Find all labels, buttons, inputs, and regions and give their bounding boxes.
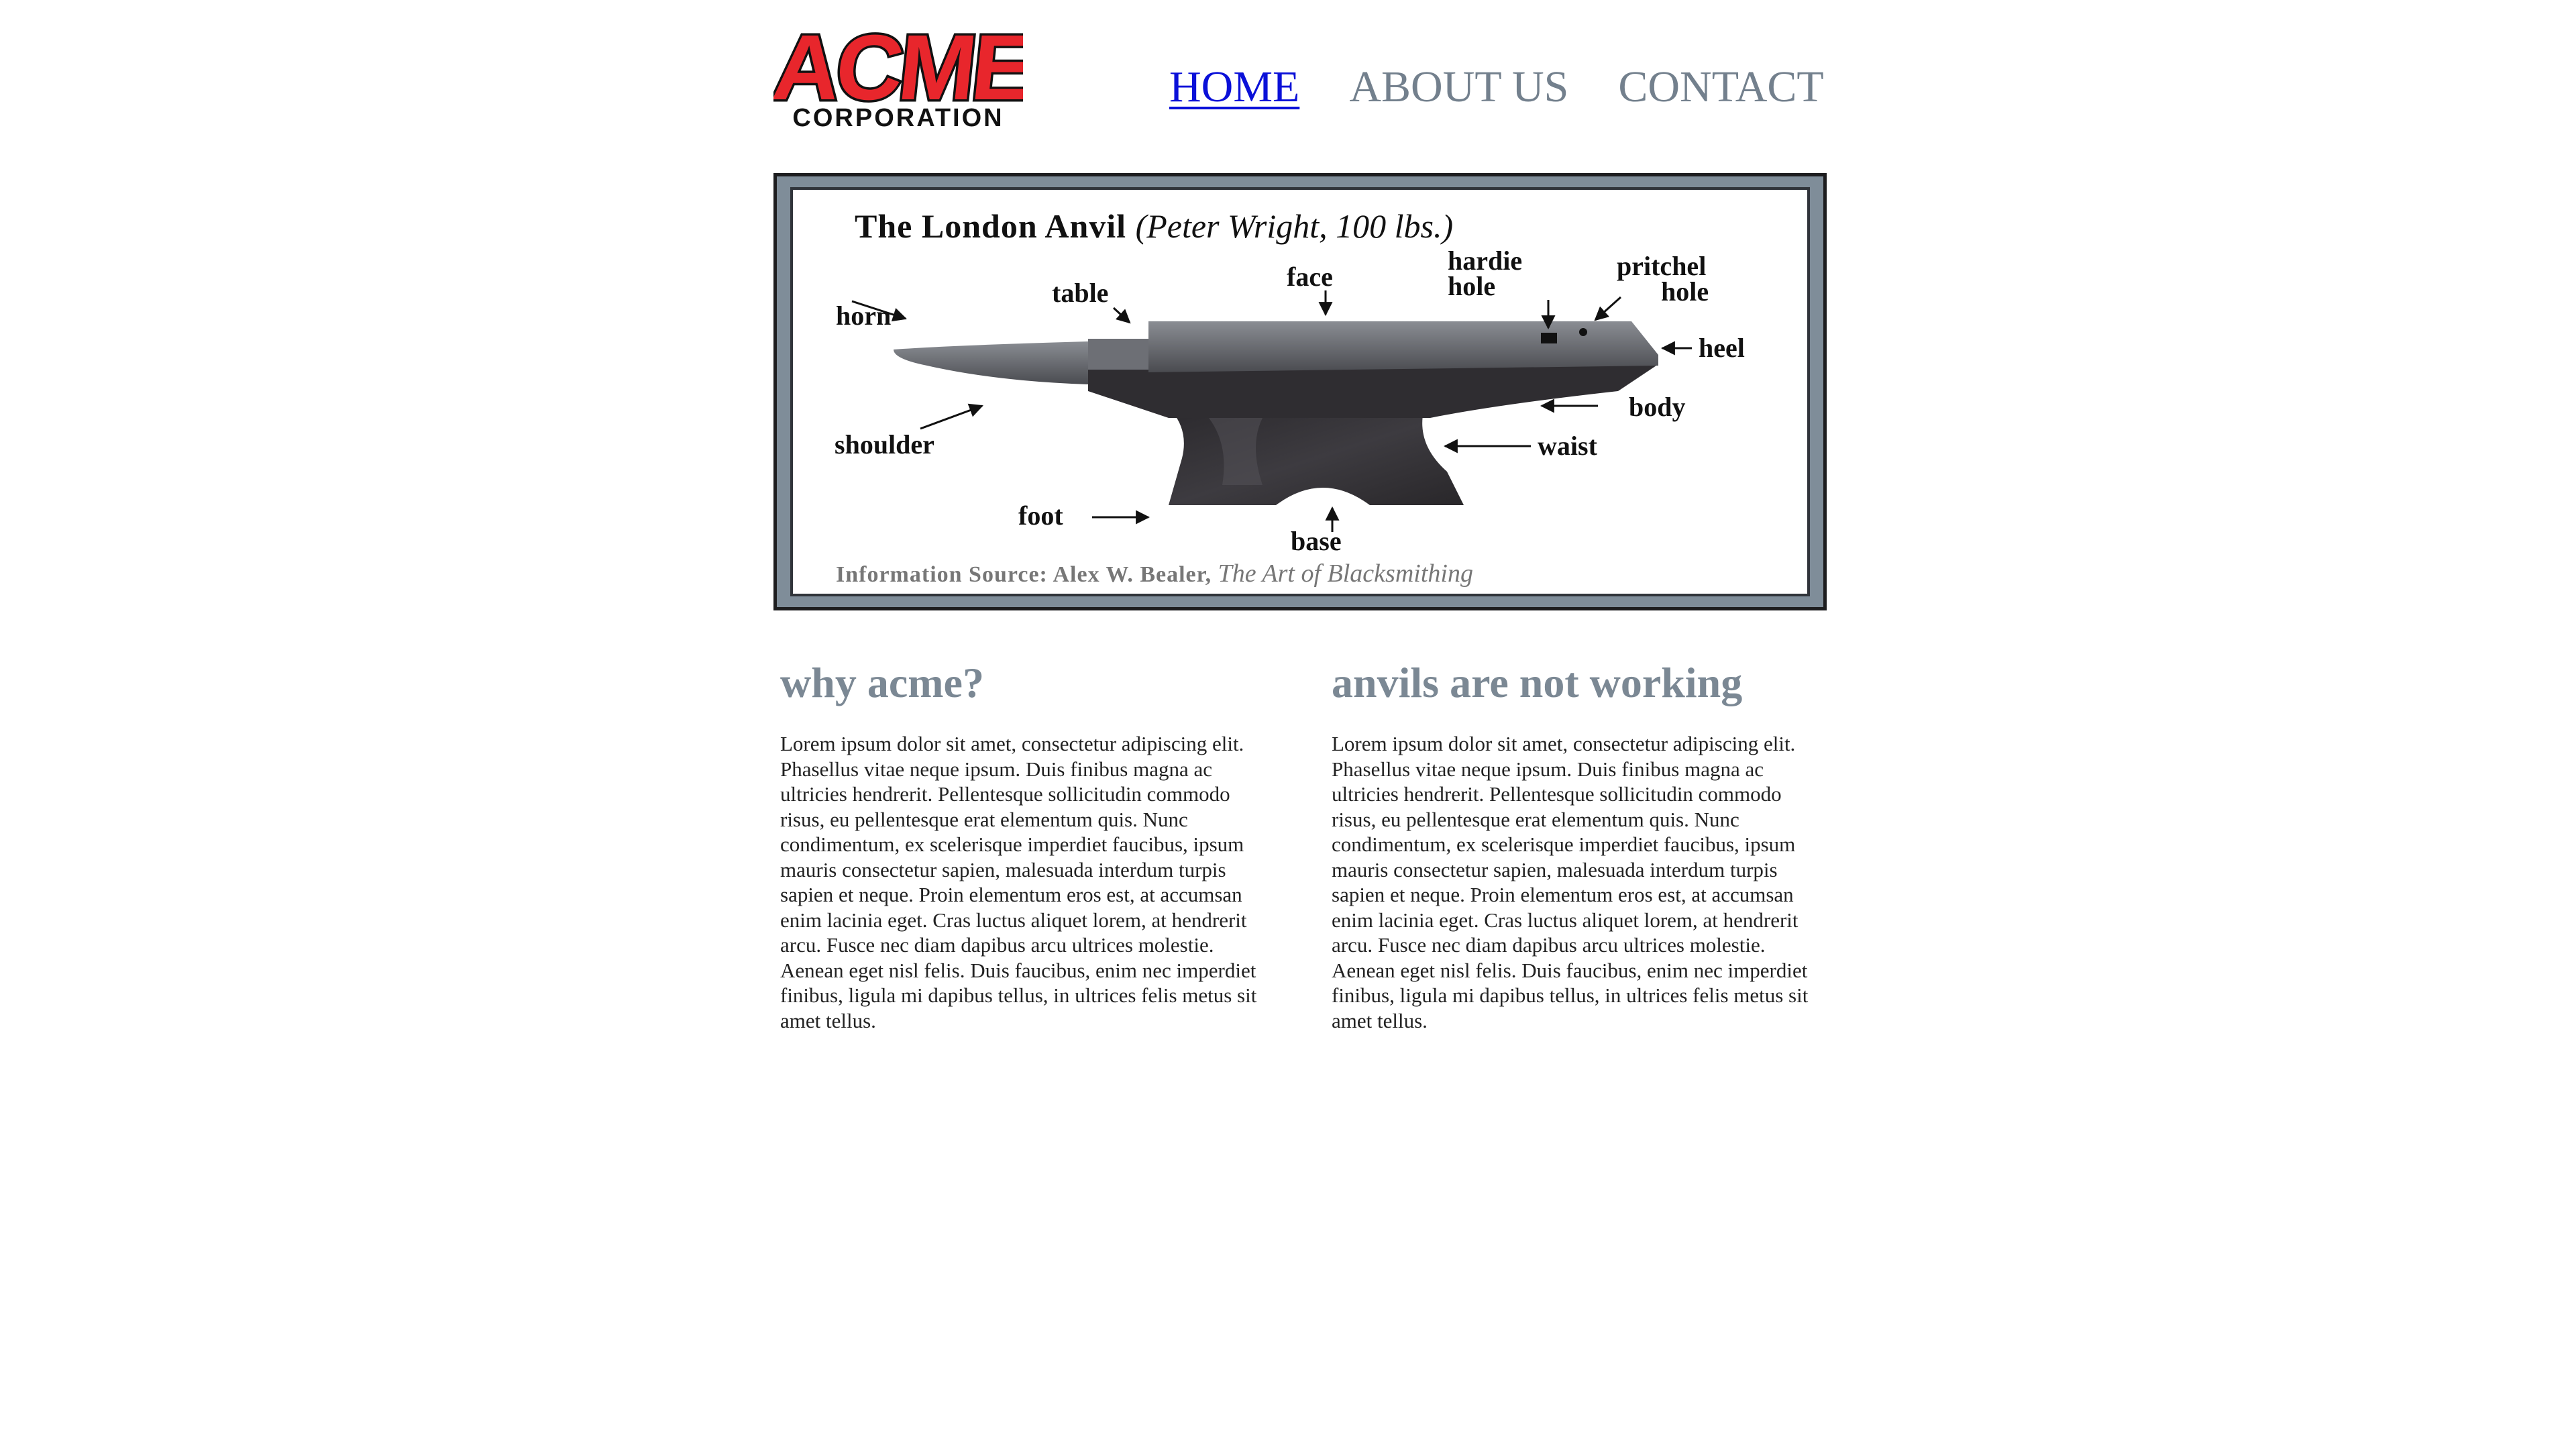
label-face: face <box>1287 262 1333 292</box>
diagram-source: Information Source: Alex W. Bealer, The … <box>836 560 1473 588</box>
label-pritchel-2: hole <box>1661 276 1709 307</box>
nav-about-link[interactable]: ABOUT US <box>1349 60 1568 114</box>
pritchel-arrow <box>1594 296 1622 321</box>
label-hardie-2: hole <box>1448 271 1496 301</box>
label-hardie-1: hardie <box>1448 246 1523 276</box>
diagram-title-main: The London Anvil <box>855 207 1127 245</box>
acme-logo-image: ACME CORPORATION <box>765 14 1038 132</box>
diagram-title-sub: (Peter Wright, 100 lbs.) <box>1135 207 1454 245</box>
why-acme-body: Lorem ipsum dolor sit amet, consectetur … <box>780 732 1257 1032</box>
anvil-body-shape <box>1088 364 1658 418</box>
table-arrow <box>1112 307 1131 324</box>
logo-subword: CORPORATION <box>792 104 1004 132</box>
anvil-base-shape <box>1169 411 1464 505</box>
nav-contact-link[interactable]: CONTACT <box>1618 60 1823 114</box>
shoulder-arrow <box>920 403 983 430</box>
diagram-source-prefix: Information Source: Alex W. Bealer, <box>836 562 1212 587</box>
acme-logo[interactable]: ACME CORPORATION <box>765 14 1038 133</box>
pritchel-hole-shape <box>1579 328 1587 336</box>
why-acme-section: why acme? Lorem ipsum dolor sit amet, co… <box>780 657 1277 1033</box>
anvil-diagram: The London Anvil (Peter Wright, 100 lbs.… <box>790 187 1810 596</box>
label-body: body <box>1629 392 1686 422</box>
anvils-heading: anvils are not working <box>1332 659 1743 706</box>
label-waist: waist <box>1538 431 1597 461</box>
label-horn: horn <box>836 301 892 331</box>
label-heel: heel <box>1699 333 1745 363</box>
anvil-table-shape <box>1088 339 1148 370</box>
label-base: base <box>1291 526 1342 556</box>
main-nav: HOME ABOUT US CONTACT <box>1169 60 1824 114</box>
why-acme-heading: why acme? <box>780 659 984 706</box>
diagram-title: The London Anvil (Peter Wright, 100 lbs.… <box>855 207 1453 245</box>
label-pritchel-1: pritchel <box>1617 251 1707 281</box>
label-foot: foot <box>1018 500 1063 531</box>
anvil-horn-shape <box>894 341 1088 384</box>
anvils-body: Lorem ipsum dolor sit amet, consectetur … <box>1332 732 1809 1032</box>
diagram-source-book: The Art of Blacksmithing <box>1218 559 1473 588</box>
label-shoulder: shoulder <box>835 429 934 460</box>
anvils-section: anvils are not working Lorem ipsum dolor… <box>1332 657 1828 1033</box>
hardie-hole-shape <box>1541 333 1557 343</box>
label-table: table <box>1052 278 1109 308</box>
hero-image: The London Anvil (Peter Wright, 100 lbs.… <box>773 173 1827 610</box>
nav-home-link[interactable]: HOME <box>1169 60 1299 114</box>
